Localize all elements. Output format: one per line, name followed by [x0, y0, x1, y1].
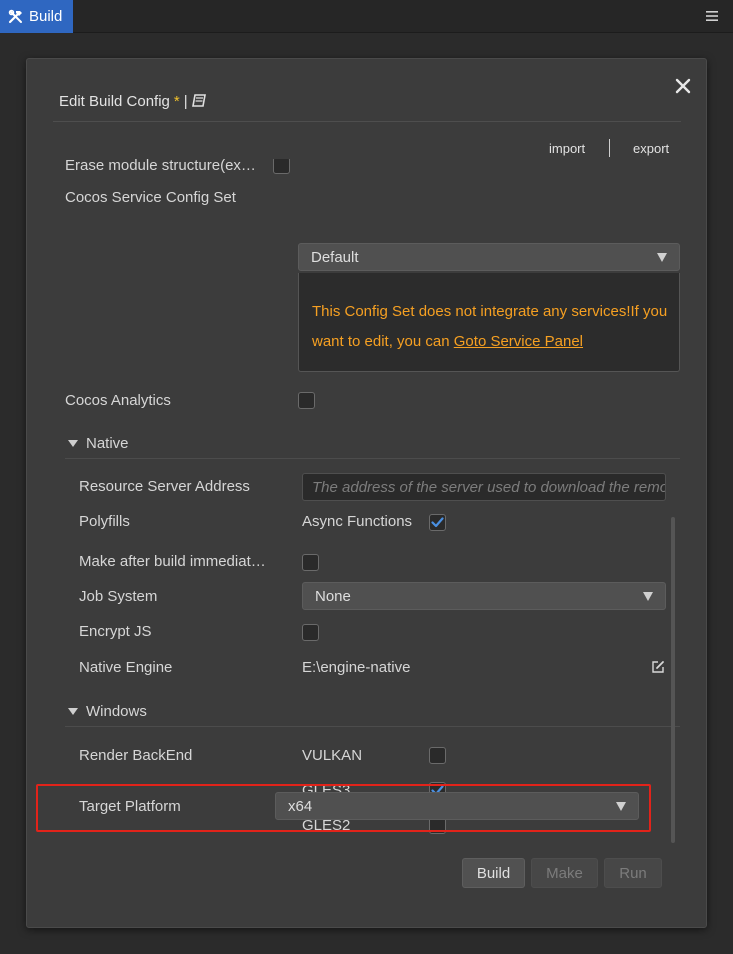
service-config-value: Default: [311, 248, 359, 266]
triangle-down-icon: [68, 440, 78, 447]
build-button[interactable]: Build: [462, 858, 525, 888]
erase-module-checkbox[interactable]: [273, 159, 290, 174]
windows-section-label: Windows: [86, 703, 147, 720]
job-system-value: None: [315, 587, 351, 605]
make-after-build-checkbox[interactable]: [302, 554, 319, 571]
windows-section-header[interactable]: Windows: [68, 703, 147, 720]
menu-lines-icon[interactable]: [705, 6, 719, 26]
server-address-label: Resource Server Address: [79, 478, 250, 495]
backend-vulkan-label: VULKAN: [302, 747, 363, 764]
dialog-title: Edit Build Config * |: [59, 91, 207, 111]
close-icon: [675, 78, 691, 94]
import-export-separator: [609, 139, 610, 157]
analytics-label: Cocos Analytics: [65, 392, 171, 409]
close-button[interactable]: [671, 73, 695, 97]
run-button[interactable]: Run: [604, 858, 662, 888]
server-address-input[interactable]: The address of the server used to downlo…: [302, 473, 666, 501]
title-divider: [53, 121, 681, 122]
erase-module-row: Erase module structure(ex…: [65, 159, 345, 178]
native-section-header[interactable]: Native: [68, 435, 129, 452]
polyfills-label: Polyfills: [79, 513, 130, 530]
encrypt-js-checkbox[interactable]: [302, 624, 319, 641]
tab-build-label: Build: [29, 8, 63, 25]
async-functions-label: Async Functions: [302, 513, 413, 530]
modified-marker: *: [173, 92, 180, 110]
service-info-box: This Config Set does not integrate any s…: [298, 273, 680, 372]
job-system-label: Job System: [79, 588, 158, 605]
import-link[interactable]: import: [549, 141, 585, 156]
encrypt-js-label: Encrypt JS: [79, 623, 152, 640]
triangle-down-icon: [68, 708, 78, 715]
erase-module-label: Erase module structure(ex…: [65, 159, 256, 174]
target-platform-highlight: [36, 784, 651, 832]
make-after-build-label: Make after build immediat…: [79, 553, 266, 570]
native-engine-label: Native Engine: [79, 659, 173, 676]
dialog-title-text: Edit Build Config: [59, 92, 170, 110]
hammer-wrench-icon: [8, 9, 24, 25]
scrollbar[interactable]: [671, 517, 675, 843]
native-engine-path: E:\engine-native: [302, 659, 411, 676]
job-system-select[interactable]: None: [302, 582, 666, 610]
native-section-label: Native: [86, 435, 129, 452]
windows-divider: [65, 726, 680, 727]
tab-build[interactable]: Build: [0, 0, 73, 33]
top-bar: Build: [0, 0, 733, 33]
chevron-down-icon: [643, 592, 653, 601]
config-scroll-area[interactable]: Erase module structure(ex… Cocos Service…: [53, 159, 681, 849]
title-separator: |: [183, 92, 188, 110]
checkmark-icon: [431, 517, 444, 528]
render-backend-label: Render BackEnd: [79, 747, 193, 764]
async-functions-checkbox[interactable]: [429, 514, 446, 531]
goto-service-panel-link[interactable]: Goto Service Panel: [454, 333, 583, 350]
edit-icon[interactable]: [651, 660, 665, 674]
make-button[interactable]: Make: [531, 858, 598, 888]
analytics-checkbox[interactable]: [298, 392, 315, 409]
export-link[interactable]: export: [633, 141, 669, 156]
service-config-label: Cocos Service Config Set: [65, 189, 236, 206]
backend-vulkan-checkbox[interactable]: [429, 747, 446, 764]
service-config-select[interactable]: Default: [298, 243, 680, 271]
book-icon[interactable]: [191, 94, 207, 108]
chevron-down-icon: [657, 253, 667, 262]
native-divider: [65, 458, 680, 459]
